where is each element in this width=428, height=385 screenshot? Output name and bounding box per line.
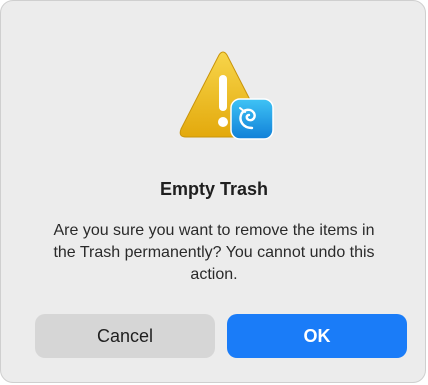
dialog-title: Empty Trash — [159, 179, 269, 199]
cancel-button[interactable]: Cancel — [35, 314, 215, 358]
finder-app-icon — [230, 98, 274, 140]
empty-trash-dialog: Empty Trash Are you sure you want to rem… — [0, 0, 426, 383]
dialog-message: Are you sure you want to remove the item… — [53, 222, 375, 283]
ok-button[interactable]: OK — [227, 314, 407, 358]
warning-icon — [175, 49, 275, 147]
